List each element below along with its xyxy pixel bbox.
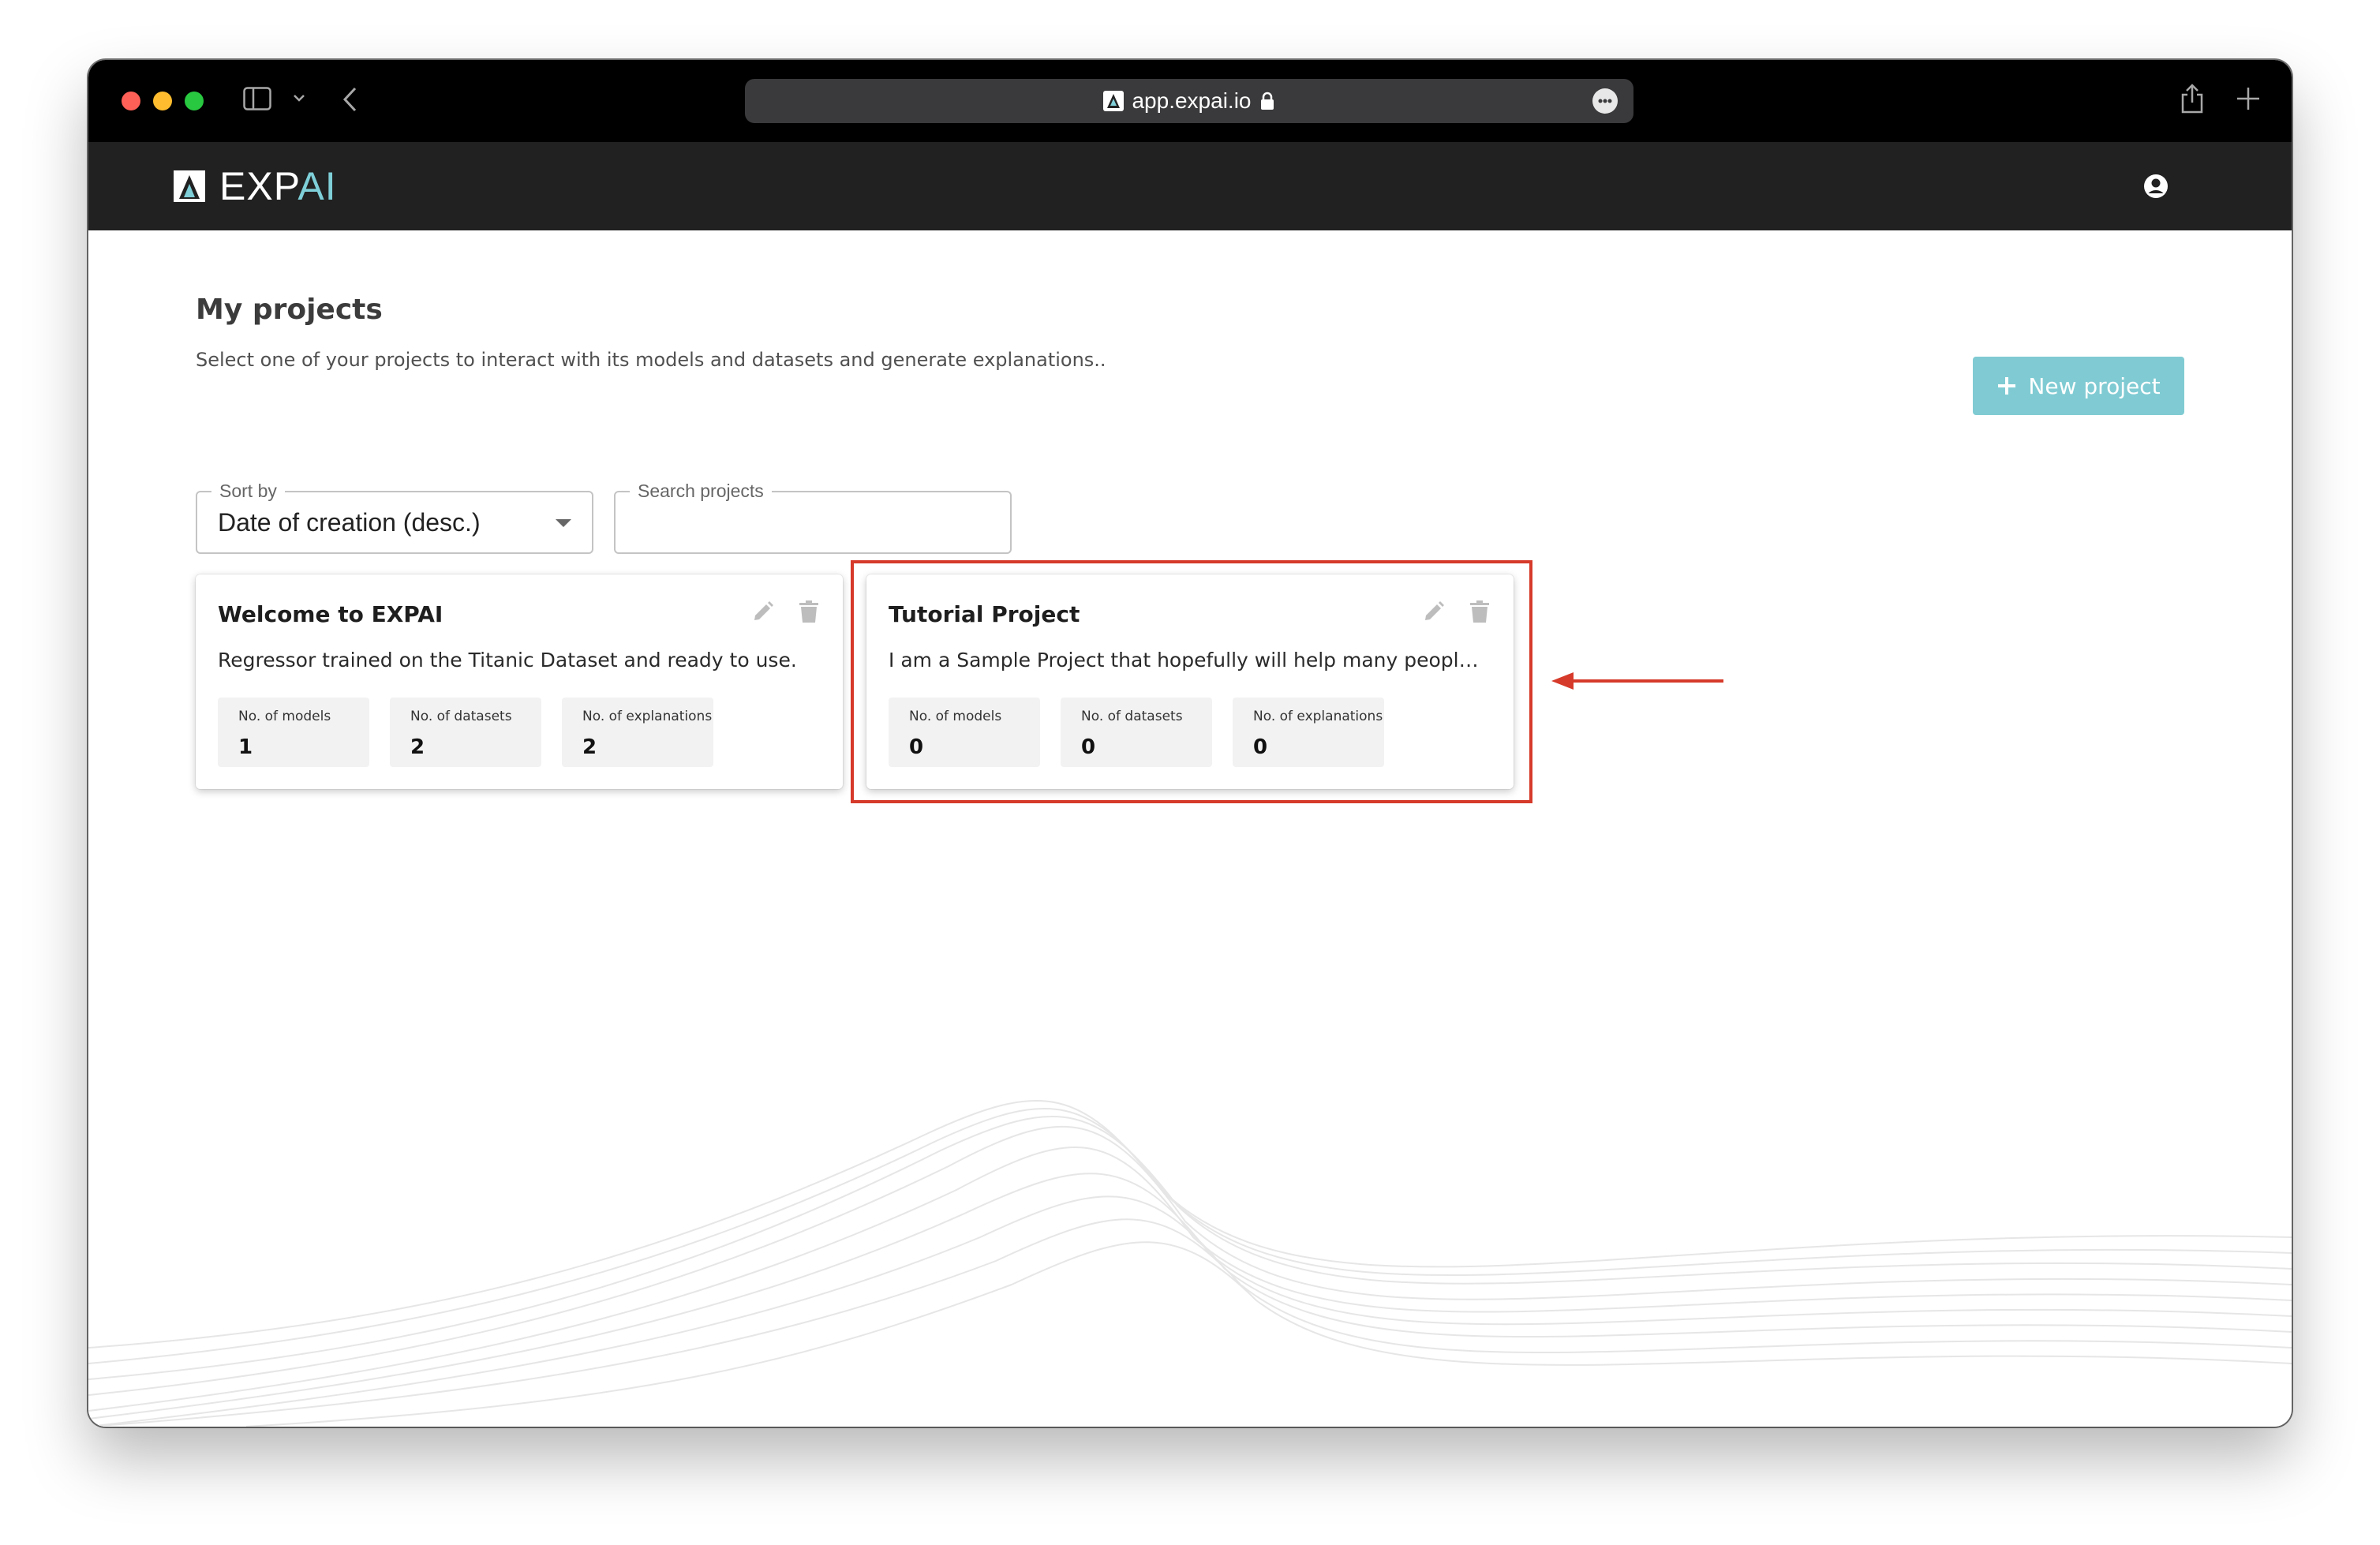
dropdown-caret-icon: [556, 519, 571, 527]
logo-wordmark-accent: AI: [298, 164, 337, 208]
background-wave-decoration: [88, 1099, 2292, 1427]
project-card-welcome[interactable]: Welcome to EXPAI Regressor trained on th…: [196, 574, 843, 789]
project-description: Regressor trained on the Titanic Dataset…: [218, 649, 797, 671]
close-window-button[interactable]: [122, 92, 140, 110]
annotation-arrow-icon: [1551, 672, 1723, 690]
pencil-icon[interactable]: [751, 600, 775, 623]
url-text: app.expai.io: [1132, 88, 1252, 113]
minimize-window-button[interactable]: [153, 92, 172, 110]
logo-wordmark: EXPAI: [219, 166, 337, 206]
stat-label: No. of models: [238, 709, 331, 724]
zoom-window-button[interactable]: [185, 92, 204, 110]
stat-value: 2: [410, 735, 425, 759]
stat-label: No. of datasets: [410, 709, 512, 724]
search-projects-field: Search projects: [614, 480, 1012, 554]
sidebar-toggle-icon[interactable]: [243, 87, 271, 110]
page-title: My projects: [196, 294, 383, 326]
back-arrow-icon[interactable]: [341, 85, 360, 114]
address-bar[interactable]: app.expai.io: [745, 79, 1633, 123]
logo-wordmark-prefix: EXP: [219, 164, 298, 208]
browser-window: app.expai.io EXPAI My projects Select on…: [88, 60, 2292, 1427]
annotation-highlight-box: [851, 560, 1532, 803]
new-project-label: New project: [2028, 372, 2161, 399]
stat-value: 2: [582, 735, 597, 759]
sort-by-select[interactable]: Sort by Date of creation (desc.): [196, 480, 593, 554]
stat-explanations: No. of explanations 2: [562, 698, 713, 767]
site-favicon-icon: [1103, 91, 1125, 111]
stat-models: No. of models 1: [218, 698, 369, 767]
projects-page: My projects Select one of your projects …: [88, 230, 2292, 1427]
expai-logo[interactable]: EXPAI: [174, 166, 337, 206]
new-tab-plus-icon[interactable]: [2235, 85, 2262, 112]
page-subtitle: Select one of your projects to interact …: [196, 349, 1106, 371]
project-stats: No. of models 1 No. of datasets 2 No. of…: [218, 698, 713, 767]
new-project-button[interactable]: New project: [1973, 357, 2184, 415]
sort-by-value: Date of creation (desc.): [218, 508, 481, 537]
search-projects-input[interactable]: [631, 507, 994, 540]
project-title: Welcome to EXPAI: [218, 601, 443, 627]
share-icon[interactable]: [2178, 82, 2206, 114]
stat-value: 1: [238, 735, 253, 759]
more-options-icon[interactable]: [1592, 88, 1618, 114]
sort-by-label: Sort by: [211, 480, 285, 502]
search-projects-label: Search projects: [630, 480, 772, 502]
app-header: EXPAI: [88, 142, 2292, 230]
stat-datasets: No. of datasets 2: [390, 698, 541, 767]
browser-titlebar: app.expai.io: [88, 60, 2292, 142]
lock-icon: [1260, 92, 1274, 110]
account-circle-icon[interactable]: [2143, 174, 2169, 199]
plus-icon: [1998, 377, 2016, 395]
expai-logo-mark-icon: [174, 170, 205, 202]
chevron-down-icon[interactable]: [292, 90, 306, 106]
stat-label: No. of explanations: [582, 709, 713, 724]
trash-icon[interactable]: [799, 600, 819, 623]
